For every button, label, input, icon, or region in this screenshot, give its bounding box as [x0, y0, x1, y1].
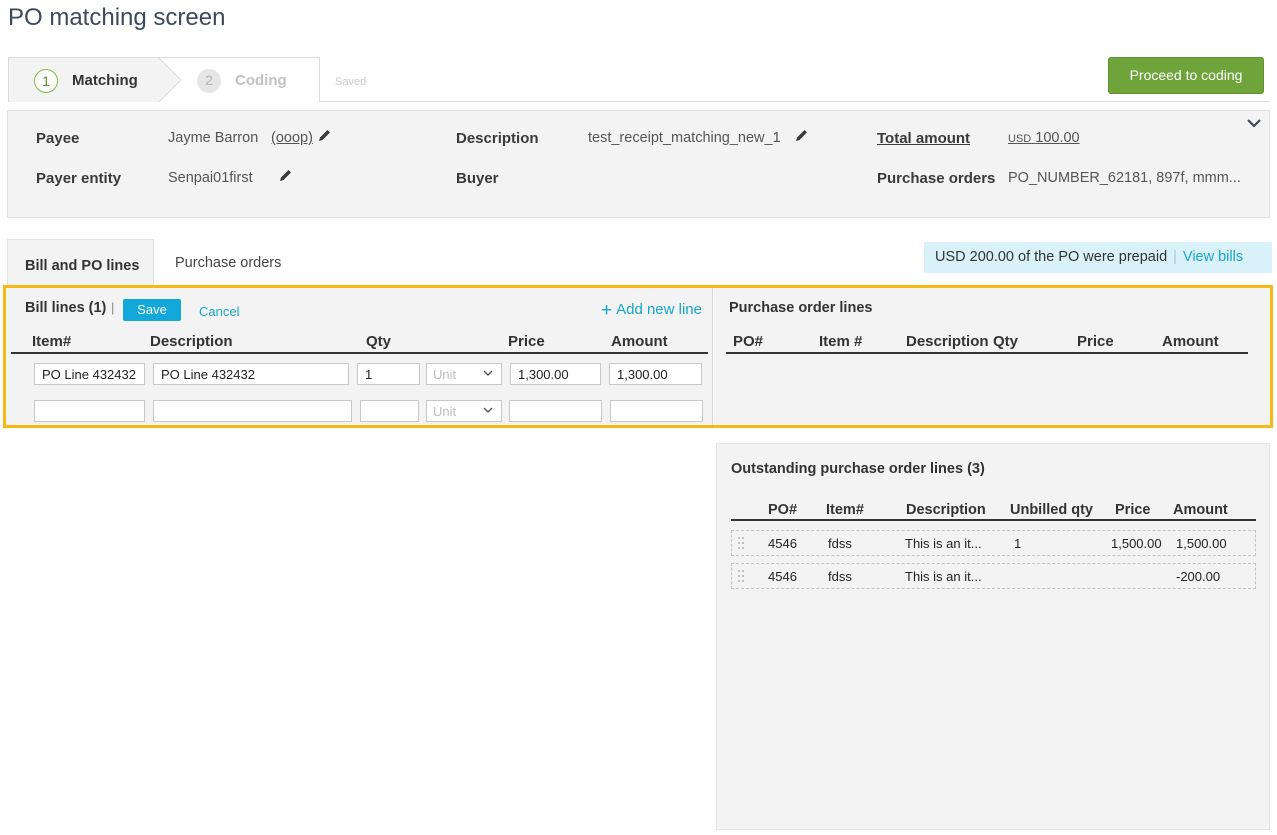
step-coding[interactable]: Coding: [235, 72, 287, 89]
bill-lines-separator: |: [111, 300, 115, 315]
drag-handle-icon[interactable]: [737, 569, 745, 583]
bill-header-panel: [7, 110, 1270, 218]
payee-link[interactable]: (ooop): [271, 130, 313, 146]
page-title: PO matching screen: [8, 4, 226, 31]
drag-handle-icon[interactable]: [737, 536, 745, 550]
payer-entity-label: Payer entity: [36, 170, 122, 187]
payer-entity-value: Senpai01first: [168, 170, 253, 186]
po-col-description: Description: [906, 333, 989, 350]
plus-icon: +: [600, 300, 613, 321]
ost-cell-description: This is an it...: [905, 569, 982, 584]
ost-col-amount: Amount: [1173, 502, 1228, 518]
tab-bill-and-po-lines-label: Bill and PO lines: [25, 258, 140, 274]
payee-value: Jayme Barron: [168, 130, 259, 146]
bill-lines-panel: Bill lines (1) | Save Cancel + Add new li…: [3, 285, 1273, 428]
purchase-orders-label: Purchase orders: [877, 170, 996, 187]
po-col-item: Item #: [819, 333, 863, 350]
cancel-button[interactable]: Cancel: [199, 304, 239, 319]
step-1-number[interactable]: 1: [34, 69, 58, 93]
step-2-number[interactable]: 2: [197, 69, 221, 93]
stepper-box: 1 Matching 2 Coding Saved: [8, 57, 366, 102]
ost-cell-price: 1,500.00: [1111, 536, 1162, 551]
ost-col-description: Description: [906, 502, 986, 518]
add-new-line-label: Add new line: [616, 301, 702, 318]
bill-item-input[interactable]: PO Line 432432: [34, 363, 145, 385]
outstanding-po-lines-title: Outstanding purchase order lines (3): [731, 461, 985, 477]
ost-cell-item: fdss: [828, 569, 852, 584]
ost-cell-item: fdss: [828, 536, 852, 551]
total-amount-number: 100.00: [1035, 130, 1080, 146]
stepper: 1 Matching 2 Coding Saved: [8, 57, 1270, 102]
prepaid-banner: USD 200.00 of the PO were prepaid | View b…: [924, 242, 1272, 273]
new-description-input[interactable]: [153, 400, 352, 422]
total-amount-currency: USD: [1008, 133, 1032, 145]
step-arrow-separator: [159, 58, 182, 102]
tab-purchase-orders[interactable]: Purchase orders: [175, 255, 281, 271]
ost-cell-po: 4546: [768, 536, 797, 551]
ost-cell-amount: 1,500.00: [1176, 536, 1227, 551]
bill-lines-header-divider: [11, 352, 708, 354]
ost-col-po: PO#: [768, 502, 798, 518]
po-col-qty: Qty: [993, 333, 1019, 350]
payee-label: Payee: [36, 130, 80, 147]
buyer-label: Buyer: [456, 170, 499, 187]
view-bills-link[interactable]: View bills: [1183, 249, 1243, 265]
prepaid-separator: |: [1173, 249, 1177, 265]
prepaid-text: USD 200.00 of the PO were prepaid: [935, 249, 1168, 265]
po-col-po: PO#: [733, 333, 764, 350]
save-button[interactable]: Save: [123, 299, 181, 321]
outstanding-po-lines-panel: Outstanding purchase order lines (3) PO#…: [716, 443, 1270, 830]
bill-lines-section: Bill lines (1) | Save Cancel + Add new li…: [6, 288, 713, 425]
ost-cell-description: This is an it...: [905, 536, 982, 551]
description-label: Description: [456, 130, 539, 147]
bill-unit-select-value: Unit: [433, 367, 457, 382]
table-row[interactable]: 4546 fdss This is an it... -200.00: [731, 563, 1256, 589]
bill-amount-input[interactable]: 1,300.00: [609, 363, 702, 385]
po-col-amount: Amount: [1162, 333, 1219, 350]
po-lines-header-divider: [726, 352, 1248, 354]
col-amount: Amount: [611, 333, 668, 350]
bill-price-input[interactable]: 1,300.00: [510, 363, 601, 385]
bill-description-input[interactable]: PO Line 432432: [153, 363, 349, 385]
edit-payer-entity-pencil-icon[interactable]: [279, 168, 293, 182]
add-new-line-button[interactable]: + Add new line: [601, 300, 702, 322]
purchase-order-lines-section: Purchase order lines PO# Item # Descript…: [714, 288, 1270, 425]
step-matching[interactable]: Matching: [72, 72, 138, 89]
table-row[interactable]: 4546 fdss This is an it... 1 1,500.00 1,…: [731, 530, 1256, 556]
ost-cell-amount: -200.00: [1176, 569, 1221, 584]
ost-col-price: Price: [1115, 502, 1151, 518]
new-unit-select[interactable]: Unit: [426, 400, 502, 422]
col-price: Price: [508, 333, 545, 350]
ost-col-unbilled-qty: Unbilled qty: [1010, 502, 1093, 518]
purchase-order-lines-title: Purchase order lines: [729, 300, 873, 316]
saved-status: Saved: [335, 76, 367, 88]
chevron-down-icon: [483, 407, 493, 413]
edit-description-pencil-icon[interactable]: [795, 128, 809, 142]
description-value: test_receipt_matching_new_1: [588, 130, 781, 146]
total-amount-value[interactable]: USD 100.00: [1008, 130, 1080, 146]
new-qty-input[interactable]: [360, 400, 419, 422]
new-unit-select-value: Unit: [433, 404, 457, 419]
col-item: Item#: [32, 333, 72, 350]
new-item-input[interactable]: [34, 400, 145, 422]
ost-cell-qty: 1: [1014, 536, 1022, 551]
ost-col-item: Item#: [826, 502, 864, 518]
po-col-price: Price: [1077, 333, 1114, 350]
bill-lines-title: Bill lines (1): [25, 300, 107, 316]
chevron-down-icon[interactable]: [1246, 116, 1262, 130]
total-amount-label[interactable]: Total amount: [877, 130, 970, 147]
edit-payee-pencil-icon[interactable]: [318, 128, 332, 142]
tab-bill-and-po-lines[interactable]: Bill and PO lines: [7, 239, 154, 285]
bill-qty-input[interactable]: 1: [357, 363, 420, 385]
new-price-input[interactable]: [509, 400, 602, 422]
col-qty: Qty: [366, 333, 392, 350]
col-description: Description: [150, 333, 233, 350]
bill-unit-select[interactable]: Unit: [426, 363, 502, 385]
ost-cell-po: 4546: [768, 569, 797, 584]
new-amount-input[interactable]: [610, 400, 703, 422]
ost-header-divider: [731, 519, 1256, 521]
chevron-down-icon: [483, 370, 493, 376]
proceed-to-coding-button[interactable]: Proceed to coding: [1108, 57, 1264, 94]
purchase-orders-value: PO_NUMBER_62181, 897f, mmm...: [1008, 170, 1241, 186]
